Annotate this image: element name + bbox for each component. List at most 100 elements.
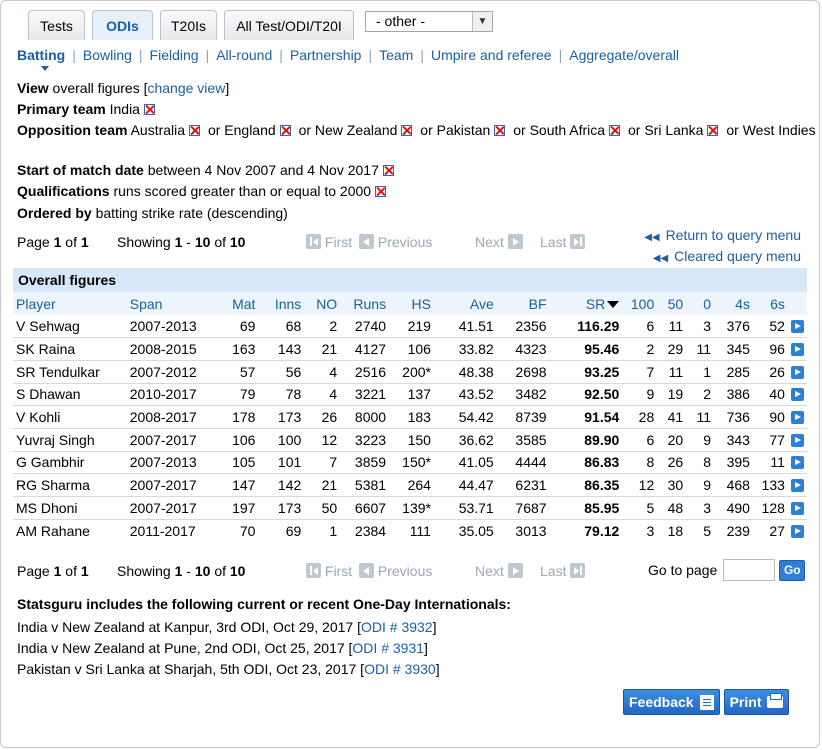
cell-no: 21 <box>304 473 341 497</box>
query-links: ◀◀ Return to query menu ◀◀ Cleared query m… <box>644 226 801 268</box>
page-number-input[interactable] <box>723 559 776 581</box>
col-ave[interactable]: Ave <box>433 292 497 315</box>
cell-hs: 264 <box>389 473 434 497</box>
cell-player: SK Raina <box>13 337 127 361</box>
remove-filter-icon[interactable] <box>382 165 394 176</box>
col-hs[interactable]: HS <box>389 292 434 315</box>
cell-inns: 56 <box>258 360 305 384</box>
cell-action <box>787 473 807 497</box>
play-arrow-icon[interactable] <box>791 433 804 447</box>
nav-aggregate[interactable]: Aggregate/overall <box>569 47 679 63</box>
change-view-link[interactable]: change view <box>147 80 225 96</box>
first-page-button[interactable]: First <box>306 563 352 579</box>
cell-player: V Kohli <box>13 405 127 429</box>
play-arrow-icon[interactable] <box>791 320 804 334</box>
return-to-query-link[interactable]: Return to query menu <box>666 227 801 243</box>
col-100[interactable]: 100 <box>622 292 658 315</box>
filter-label: Primary team <box>17 101 106 117</box>
filter-qualifications: Qualifications runs scored greater than … <box>17 181 390 202</box>
nav-bowling[interactable]: Bowling <box>83 47 132 63</box>
col-6s[interactable]: 6s <box>752 292 788 315</box>
cell-hundreds: 9 <box>622 383 658 407</box>
col-span[interactable]: Span <box>126 292 223 315</box>
team-australia: Australia <box>130 122 186 138</box>
play-arrow-icon[interactable] <box>791 388 804 402</box>
tab-t20is[interactable]: T20Is <box>160 10 217 40</box>
nav-partnership[interactable]: Partnership <box>290 47 362 63</box>
col-inns[interactable]: Inns <box>258 292 305 315</box>
cell-action <box>787 428 807 452</box>
cell-action <box>787 337 807 361</box>
cell-player: G Gambhir <box>13 451 127 475</box>
remove-filter-icon[interactable] <box>189 125 201 136</box>
previous-page-button[interactable]: Previous <box>359 563 432 579</box>
col-mat[interactable]: Mat <box>222 292 259 315</box>
odi-link[interactable]: ODI # 3931 <box>352 640 424 656</box>
cell-ducks: 11 <box>686 405 715 429</box>
cell-fours: 386 <box>714 383 753 407</box>
play-arrow-icon[interactable] <box>791 365 804 379</box>
tab-all-formats[interactable]: All Test/ODI/T20I <box>224 10 354 40</box>
cell-ducks: 11 <box>686 337 715 361</box>
remove-filter-icon[interactable] <box>401 125 413 136</box>
other-format-select[interactable]: - other - ▼ <box>365 11 493 32</box>
nav-all-round[interactable]: All-round <box>216 47 272 63</box>
nav-separator: | <box>72 47 76 63</box>
odi-link[interactable]: ODI # 3930 <box>364 661 436 677</box>
remove-filter-icon[interactable] <box>609 125 621 136</box>
next-page-button[interactable]: Next <box>475 234 523 250</box>
cell-bf: 3482 <box>496 383 550 407</box>
last-page-button[interactable]: Last <box>540 563 586 579</box>
table-row: MS Dhoni 2007-2017 197 173 50 6607 139* 53.71 76… <box>13 496 807 520</box>
nav-umpire-referee[interactable]: Umpire and referee <box>431 47 552 63</box>
col-4s[interactable]: 4s <box>714 292 753 315</box>
filter-opposition: Opposition team Australia or England or … <box>17 120 819 141</box>
next-page-button[interactable]: Next <box>475 563 523 579</box>
filter-value: batting strike rate (descending) <box>95 205 288 221</box>
cell-mat: 70 <box>239 522 256 539</box>
remove-filter-icon[interactable] <box>707 125 719 136</box>
play-arrow-icon[interactable] <box>791 524 804 538</box>
remove-filter-icon[interactable] <box>279 125 291 136</box>
cell-span: 2008-2015 <box>126 337 223 361</box>
play-arrow-icon[interactable] <box>791 343 804 357</box>
nav-batting[interactable]: Batting <box>17 47 65 71</box>
col-bf[interactable]: BF <box>496 292 550 315</box>
nav-separator: | <box>279 47 283 63</box>
previous-page-button[interactable]: Previous <box>359 234 432 250</box>
print-button[interactable]: Print <box>723 689 790 715</box>
cell-mat: 178 <box>222 405 259 429</box>
cell-inns: 78 <box>258 383 305 407</box>
nav-team[interactable]: Team <box>379 47 413 63</box>
tab-odis[interactable]: ODIs <box>92 10 153 40</box>
feedback-button[interactable]: Feedback <box>623 689 720 715</box>
remove-filter-icon[interactable] <box>375 186 387 197</box>
filter-value: India <box>109 101 140 117</box>
col-sr[interactable]: SR <box>549 292 623 315</box>
odi-link[interactable]: ODI # 3932 <box>361 619 433 635</box>
col-no[interactable]: NO <box>304 292 341 315</box>
chevron-down-icon[interactable]: ▼ <box>472 12 492 31</box>
play-arrow-icon[interactable] <box>791 456 804 470</box>
play-arrow-icon[interactable] <box>791 501 804 515</box>
last-page-button[interactable]: Last <box>540 234 586 250</box>
remove-filter-icon[interactable] <box>143 104 155 115</box>
cleared-query-link[interactable]: Cleared query menu <box>674 248 801 264</box>
tab-tests[interactable]: Tests <box>28 10 85 40</box>
col-0[interactable]: 0 <box>686 292 715 315</box>
play-arrow-icon[interactable] <box>791 479 804 493</box>
col-50[interactable]: 50 <box>657 292 687 315</box>
cell-player: MS Dhoni <box>13 496 127 520</box>
go-button[interactable]: Go <box>779 559 806 581</box>
remove-filter-icon[interactable] <box>494 125 506 136</box>
feedback-label: Feedback <box>629 694 694 710</box>
cell-no: 1 <box>329 522 338 539</box>
col-player[interactable]: Player <box>13 292 127 315</box>
cell-ducks: 1 <box>686 360 715 384</box>
or-word: or <box>298 122 312 138</box>
first-page-button[interactable]: First <box>306 234 352 250</box>
nav-fielding[interactable]: Fielding <box>150 47 199 63</box>
play-arrow-icon[interactable] <box>791 411 804 425</box>
col-runs[interactable]: Runs <box>340 292 390 315</box>
filter-primary-team: Primary team India <box>17 99 159 120</box>
